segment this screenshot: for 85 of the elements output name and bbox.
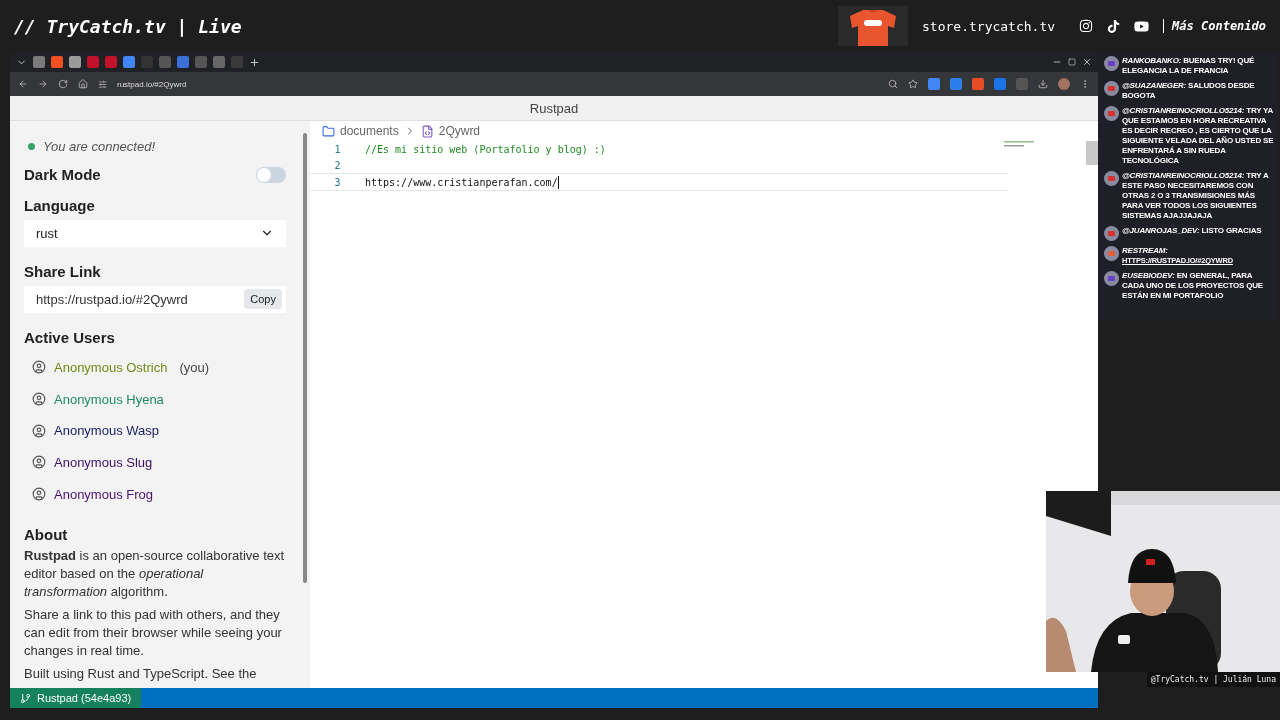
close-icon[interactable] [1082, 57, 1092, 67]
browser-tab[interactable] [33, 56, 45, 68]
browser-tab[interactable] [159, 56, 171, 68]
extension-icon[interactable] [972, 78, 984, 90]
forward-icon[interactable] [38, 79, 48, 89]
user-icon [32, 487, 46, 502]
chat-avatar [1104, 171, 1119, 186]
line-number: 3 [333, 176, 342, 188]
search-icon[interactable] [888, 79, 898, 89]
chat-message: @JUANROJAS_DEV: LISTO GRACIAS [1122, 226, 1262, 236]
browser-tab[interactable] [213, 56, 225, 68]
user-icon [32, 360, 46, 375]
scrollbar[interactable] [303, 133, 307, 583]
back-icon[interactable] [18, 79, 28, 89]
page-title: Rustpad [10, 96, 1098, 121]
line-number: 1 [333, 143, 342, 155]
about-title: About [24, 526, 69, 543]
share-link-field[interactable]: https://rustpad.io/#2Qywrd Copy [24, 285, 286, 313]
branch-icon [20, 692, 31, 704]
webcam-caption: @TryCatch.tv | Julián Luna [1146, 672, 1280, 687]
chat-avatar [1104, 226, 1119, 241]
user-name: Anonymous Hyena [54, 391, 164, 407]
browser-tab[interactable] [51, 56, 63, 68]
chat-avatar [1104, 81, 1119, 96]
more-content-label: Más Contenido [1163, 19, 1266, 33]
site-settings-icon[interactable] [98, 79, 107, 89]
breadcrumb-folder[interactable]: documents [340, 124, 399, 138]
editor-scrollbar[interactable] [1086, 141, 1098, 165]
about-paragraph: Share a link to this pad with others, and they can edit from their browser while seeing your changes in real time. [24, 606, 283, 660]
code-line: //Es mi sitio web (Portafolio y blog) :) [365, 143, 606, 155]
extension-icon[interactable] [994, 78, 1006, 90]
browser-tab[interactable] [177, 56, 189, 68]
user-name: Anonymous Frog [54, 486, 153, 502]
user-name: Anonymous Slug [54, 454, 153, 470]
text-cursor [557, 175, 559, 189]
download-icon[interactable] [1038, 79, 1048, 89]
bookmark-icon[interactable] [908, 79, 918, 89]
you-label: (you) [179, 359, 210, 375]
line-number: 2 [333, 159, 342, 171]
extension-icon[interactable] [928, 78, 940, 90]
browser-tab[interactable] [105, 56, 117, 68]
language-label: Language [24, 197, 96, 214]
connection-text: You are connected! [43, 139, 156, 154]
chat-message: EUSEBIODEV: EN GENERAL, PARA CADA UNO DE LOS PROYECTOS QUE ESTÁN EN MI PORTAFOLIO [1122, 271, 1264, 301]
user-name: Anonymous Ostrich [54, 359, 168, 375]
browser-tab[interactable] [123, 56, 135, 68]
home-icon[interactable] [78, 79, 88, 89]
chat-avatar [1104, 56, 1119, 71]
code-line: https://www.cristianperafan.com/ [365, 176, 558, 188]
maximize-icon[interactable] [1068, 58, 1076, 66]
chat-avatar [1104, 246, 1119, 261]
store-url: store.trycatch.tv [922, 18, 1056, 34]
active-users-label: Active Users [24, 328, 116, 346]
breadcrumb-file[interactable]: 2Qywrd [438, 124, 481, 138]
chat-avatar [1104, 106, 1119, 121]
chat-avatar [1104, 271, 1119, 286]
reload-icon[interactable] [58, 79, 68, 89]
file-code-icon [420, 124, 434, 138]
folder-icon [322, 124, 335, 138]
new-tab-icon[interactable] [249, 56, 260, 68]
dark-mode-switch[interactable] [256, 166, 286, 183]
stream-title: // TryCatch.tv | Live [14, 15, 243, 37]
chat-message: @CRISTIANREINOCRIOLLO5214: TRY A ESTE PASO NECESITAREMOS CON OTRAS 2 O 3 TRANSMISIONES MÁS PARA VER TODOS LOS SIGUIENTES SISTEMAS AJAJJAJAJA [1122, 171, 1270, 221]
chat-message: @CRISTIANREINOCRIOLLO5214: TRY YA QUE ESTAMOS EN HORA RECREATIVA ES DECIR RECREO , ES CIERTO QUE LA SIGUIENTE VELADA DEL AÑO USTED SE ENFRENTARÁ A SIN RUEDA TECNOLÓGICA [1122, 106, 1274, 166]
extension-icon[interactable] [950, 78, 962, 90]
instagram-icon [1079, 19, 1094, 33]
about-paragraph: Rustpad is an open-source collaborative text editor based on the operational transformation algorithm. [24, 547, 286, 601]
browser-tab[interactable] [87, 56, 99, 68]
chat-message: @SUAZANEGER: SALUDOS DESDE BOGOTA [1122, 81, 1256, 101]
copy-button[interactable]: Copy [244, 289, 282, 310]
dark-mode-label: Dark Mode [24, 166, 101, 183]
about-paragraph: Built using Rust and TypeScript. See the [24, 665, 258, 683]
user-icon [32, 392, 46, 407]
user-name: Anonymous Wasp [54, 423, 159, 439]
status-item[interactable]: Rustpad (54e4a93) [10, 688, 142, 708]
tiktok-icon [1107, 19, 1121, 33]
share-link-value: https://rustpad.io/#2Qywrd [36, 291, 188, 307]
profile-avatar[interactable] [1058, 78, 1070, 90]
share-link-label: Share Link [24, 262, 102, 280]
user-icon [32, 423, 46, 438]
browser-tab[interactable] [69, 56, 81, 68]
browser-tab[interactable] [195, 56, 207, 68]
chat-message: RANKOBANKO: BUENAS TRY! QUÉ ELEGANCIA LA DE FRANCIA [1122, 56, 1256, 76]
language-select[interactable]: rust [24, 220, 286, 247]
user-icon [32, 455, 46, 470]
